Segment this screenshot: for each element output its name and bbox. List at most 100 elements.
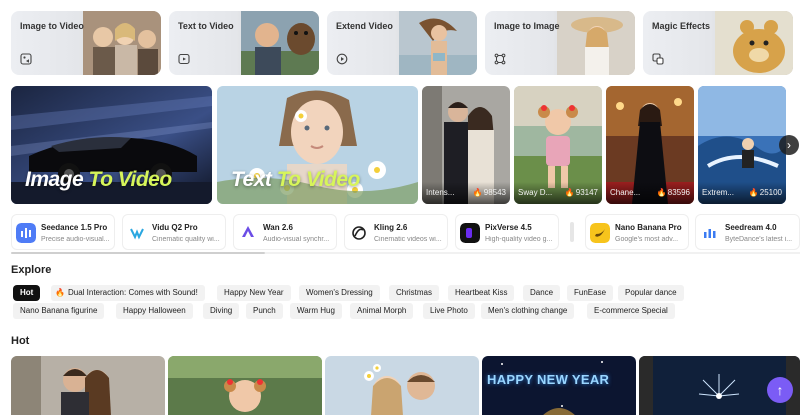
tag-diving[interactable]: Diving	[203, 303, 240, 319]
tag-mens-clothing-change[interactable]: Men's clothing change	[481, 303, 575, 319]
card-title: Extrem...	[702, 188, 735, 197]
tool-thumbnail	[241, 11, 319, 75]
model-name: PixVerse 4.5	[485, 223, 532, 232]
scroll-to-top-button[interactable]: ↑	[767, 377, 793, 403]
tag-warm-hug[interactable]: Warm Hug	[290, 303, 342, 319]
promo-title: Text To Video	[231, 168, 360, 191]
tool-extend-video[interactable]: Extend Video	[327, 11, 477, 75]
explore-tags-row-2: Nano Banana figurine Happy Halloween Div…	[13, 303, 793, 319]
nano-banana-logo-icon	[590, 223, 610, 243]
model-description: Cinematic videos wi...	[374, 236, 442, 243]
extend-video-icon	[336, 53, 348, 65]
card-title: Sway D...	[518, 188, 553, 197]
tag-live-photo[interactable]: Live Photo	[423, 303, 475, 319]
hot-thumbnail	[11, 356, 165, 415]
model-scrollbar-track[interactable]	[265, 252, 800, 254]
tool-magic-effects[interactable]: Magic Effects	[643, 11, 793, 75]
tool-thumbnail	[83, 11, 161, 75]
promo-text-to-video[interactable]: Text To Video	[217, 86, 418, 204]
fire-icon: 🔥	[472, 188, 483, 197]
hot-thumbnail	[325, 356, 479, 415]
vidu-logo-icon	[127, 223, 147, 243]
tool-label: Text to Video	[178, 21, 234, 31]
tool-image-to-video[interactable]: Image to Video	[11, 11, 161, 75]
tag-womens-dressing[interactable]: Women's Dressing	[299, 285, 380, 301]
tool-label: Image to Video	[20, 21, 84, 31]
hot-video-card[interactable]	[325, 356, 479, 415]
magic-effects-icon	[652, 53, 664, 65]
model-description: Cinematic quality wi...	[152, 236, 220, 243]
tool-label: Extend Video	[336, 21, 393, 31]
wan-logo-icon	[238, 223, 258, 243]
tag-happy-halloween[interactable]: Happy Halloween	[116, 303, 193, 319]
hot-video-card[interactable]	[168, 356, 322, 415]
arrow-up-icon: ↑	[776, 382, 784, 398]
video-card[interactable]: Chane... 🔥83596	[606, 86, 694, 204]
tag-e-commerce-special[interactable]: E-commerce Special	[587, 303, 675, 319]
carousel-next-button[interactable]: ›	[779, 135, 799, 155]
image-image-icon	[494, 53, 506, 65]
tag-nano-banana-figurine[interactable]: Nano Banana figurine	[13, 303, 105, 319]
card-likes: 🔥93147	[564, 188, 598, 197]
explore-tags-row-1: Hot 🔥 Dual Interaction: Comes with Sound!…	[13, 285, 793, 301]
tool-label: Image to Image	[494, 21, 560, 31]
tool-image-to-image[interactable]: Image to Image	[485, 11, 635, 75]
tag-christmas[interactable]: Christmas	[389, 285, 440, 301]
tool-thumbnail	[715, 11, 793, 75]
card-likes: 🔥25100	[748, 188, 782, 197]
card-likes: 🔥98543	[472, 188, 506, 197]
model-description: Google's most adv...	[615, 236, 679, 243]
card-title: Chane...	[610, 188, 641, 197]
model-name: Vidu Q2 Pro	[152, 223, 198, 232]
kling-logo-icon	[349, 223, 369, 243]
model-chip[interactable]: Nano Banana Pro Google's most adv...	[585, 214, 689, 250]
tool-text-to-video[interactable]: Text to Video	[169, 11, 319, 75]
model-chip[interactable]: Seedance 1.5 Pro Precise audio-visual...	[11, 214, 115, 250]
seedance-logo-icon	[16, 223, 36, 243]
tag-animal-morph[interactable]: Animal Morph	[350, 303, 414, 319]
promo-image-to-video[interactable]: Image To Video	[11, 86, 212, 204]
tag-popular-dance[interactable]: Popular dance	[618, 285, 684, 301]
fire-icon: 🔥	[55, 288, 65, 297]
model-name: Wan 2.6	[263, 223, 293, 232]
model-chip[interactable]: Vidu Q2 Pro Cinematic quality wi...	[122, 214, 226, 250]
model-description: Precise audio-visual...	[41, 236, 110, 243]
promo-title: Image To Video	[25, 168, 172, 191]
model-name: Kling 2.6	[374, 223, 408, 232]
fire-icon: 🔥	[564, 188, 575, 197]
model-scrollbar-thumb[interactable]	[11, 252, 265, 254]
tag-dual-interaction[interactable]: 🔥 Dual Interaction: Comes with Sound!	[51, 285, 205, 301]
tag-heartbeat-kiss[interactable]: Heartbeat Kiss	[448, 285, 515, 301]
model-selector-row: Seedance 1.5 Pro Precise audio-visual...…	[11, 214, 800, 254]
banner-carousel: Image To Video Text To Video Intens... 🔥…	[11, 86, 800, 204]
model-description: ByteDance's latest i...	[725, 236, 793, 243]
video-card[interactable]: Sway D... 🔥93147	[514, 86, 602, 204]
hot-heading: Hot	[11, 335, 30, 347]
tag-dance[interactable]: Dance	[523, 285, 561, 301]
image-video-icon	[20, 53, 32, 65]
model-chip[interactable]: Seedream 4.0 ByteDance's latest i...	[695, 214, 800, 250]
hot-video-card[interactable]	[11, 356, 165, 415]
tag-punch[interactable]: Punch	[246, 303, 283, 319]
video-card[interactable]: Intens... 🔥98543	[422, 86, 510, 204]
card-likes: 🔥83596	[656, 188, 690, 197]
card-title: Intens...	[426, 188, 455, 197]
tool-label: Magic Effects	[652, 21, 711, 31]
hot-card-overlay-text: HAPPY NEW YEAR	[487, 372, 610, 387]
text-video-icon	[178, 53, 190, 65]
tag-happy-new-year[interactable]: Happy New Year	[217, 285, 291, 301]
video-card[interactable]: Extrem... 🔥25100	[698, 86, 786, 204]
model-chip[interactable]: PixVerse 4.5 High-quality video g...	[455, 214, 559, 250]
model-chip[interactable]: Kling 2.6 Cinematic videos wi...	[344, 214, 448, 250]
model-chip[interactable]: Wan 2.6 Audio-visual synchr...	[233, 214, 337, 250]
tag-hot[interactable]: Hot	[13, 285, 41, 301]
model-chip-hidden-divider	[568, 214, 576, 250]
pixverse-logo-icon	[460, 223, 480, 243]
hot-video-card[interactable]: HAPPY NEW YEAR	[482, 356, 636, 415]
seedream-logo-icon	[700, 223, 720, 243]
tool-thumbnail	[399, 11, 477, 75]
model-name: Seedance 1.5 Pro	[41, 223, 108, 232]
explore-heading: Explore	[11, 264, 52, 276]
tag-funease[interactable]: FunEase	[567, 285, 614, 301]
hot-thumbnail	[168, 356, 322, 415]
